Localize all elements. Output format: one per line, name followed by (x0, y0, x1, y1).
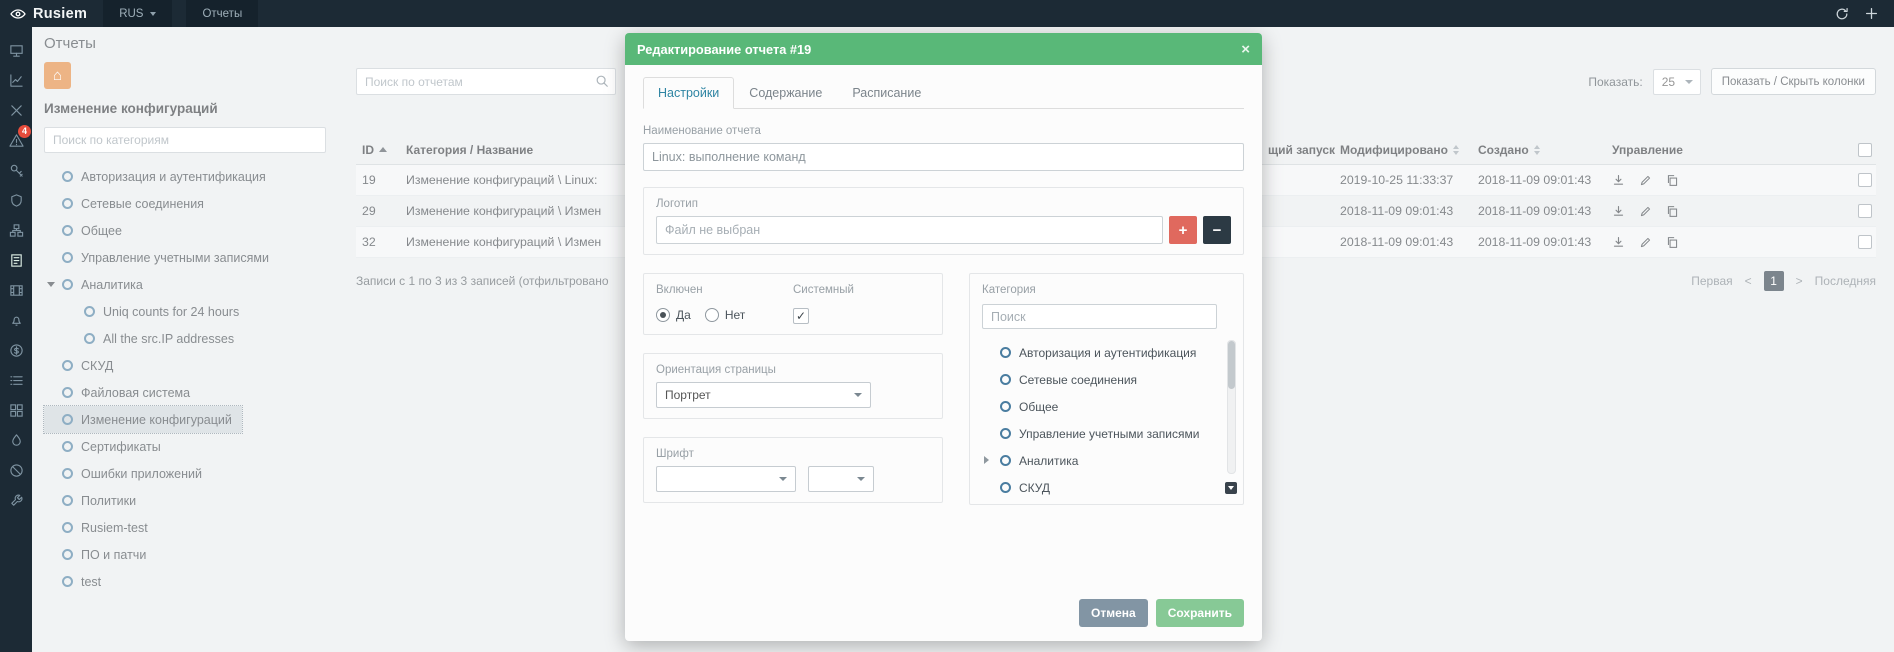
tab-schedule[interactable]: Расписание (837, 77, 936, 109)
modal-body: Настройки Содержание Расписание Наименов… (625, 65, 1262, 641)
modal-tree-item[interactable]: Сетевые соединения (982, 366, 1231, 393)
modal-header: Редактирование отчета #19 × (625, 33, 1262, 65)
modal-tree-item-label: Аналитика (1019, 453, 1079, 468)
refresh-icon[interactable] (1835, 7, 1849, 21)
fire-icon[interactable] (0, 425, 32, 455)
wrench-icon[interactable] (0, 485, 32, 515)
modal-category-search-input[interactable] (982, 304, 1217, 329)
modal-tree-item-label: Общее (1019, 399, 1059, 414)
alert-badge: 4 (18, 125, 31, 138)
tasks-list-icon[interactable] (0, 365, 32, 395)
save-button[interactable]: Сохранить (1155, 599, 1244, 627)
chevron-down-icon (854, 393, 862, 397)
analytics-icon[interactable] (0, 65, 32, 95)
reports-icon[interactable] (0, 245, 32, 275)
category-circle-icon (1000, 428, 1011, 439)
nav-reports-label: Отчеты (202, 7, 243, 20)
system-label: Системный (793, 284, 854, 296)
font-size-select[interactable] (808, 466, 874, 492)
nav-item-reports[interactable]: Отчеты (186, 0, 259, 27)
modules-icon[interactable] (0, 395, 32, 425)
report-name-group: Наименование отчета (643, 125, 1244, 171)
font-section: Шрифт (643, 437, 943, 503)
modal-tree-item-label: Авторизация и аутентификация (1019, 345, 1197, 360)
category-circle-icon (1000, 347, 1011, 358)
alerts-icon[interactable]: 4 (0, 125, 32, 155)
modal-left-column: Включен Да Нет Системный ✓ Ориентация ст… (643, 273, 943, 503)
modal-tree-item[interactable]: Авторизация и аутентификация (982, 339, 1231, 366)
category-circle-icon (1000, 482, 1011, 493)
chevron-down-icon (857, 477, 865, 481)
modal-tabs: Настройки Содержание Расписание (643, 77, 1244, 109)
logo-label: Логотип (656, 198, 698, 210)
dashboard-icon[interactable] (0, 35, 32, 65)
top-navbar: Rusiem RUS Отчеты (0, 0, 1894, 27)
orientation-value: Портрет (665, 388, 711, 402)
logo-add-button[interactable]: + (1169, 216, 1197, 244)
category-circle-icon (1000, 401, 1011, 412)
report-name-label: Наименование отчета (643, 125, 761, 137)
category-label: Категория (982, 284, 1036, 296)
font-label: Шрифт (656, 448, 694, 460)
modal-category-tree: Авторизация и аутентификация Сетевые сое… (982, 339, 1231, 501)
orientation-label: Ориентация страницы (656, 364, 776, 376)
modal-tree-item[interactable]: Общее (982, 393, 1231, 420)
cancel-button[interactable]: Отмена (1079, 599, 1148, 627)
scroll-down-button[interactable] (1225, 482, 1237, 494)
ban-icon[interactable] (0, 455, 32, 485)
chevron-down-icon (150, 11, 157, 16)
scrollbar-track[interactable] (1227, 340, 1236, 474)
modal-category-section: Категория Авторизация и аутентификация С… (969, 273, 1244, 505)
modal-tree-item-label: СКУД (1019, 480, 1051, 495)
close-icon[interactable]: × (1241, 41, 1250, 58)
modal-tree-item-analytics[interactable]: Аналитика (982, 447, 1231, 474)
scrollbar-thumb[interactable] (1228, 341, 1235, 389)
tools-icon[interactable] (0, 95, 32, 125)
billing-icon[interactable] (0, 335, 32, 365)
orientation-section: Ориентация страницы Портрет (643, 353, 943, 419)
tab-content[interactable]: Содержание (734, 77, 837, 109)
enabled-no-radio[interactable] (704, 308, 719, 322)
brand[interactable]: Rusiem (0, 6, 103, 22)
logo-remove-button[interactable]: − (1203, 216, 1231, 244)
rusiem-logo-icon (10, 7, 26, 21)
caret-right-icon[interactable] (984, 456, 989, 464)
modal-tree-item-label: Сетевые соединения (1019, 372, 1138, 387)
navbar-actions (1835, 7, 1894, 21)
report-name-input[interactable] (643, 143, 1244, 171)
language-dropdown[interactable]: RUS (103, 0, 173, 27)
chevron-down-icon (1228, 486, 1234, 490)
modal-footer: Отмена Сохранить (643, 599, 1244, 627)
chevron-down-icon (779, 477, 787, 481)
add-icon[interactable] (1865, 7, 1878, 20)
key-icon[interactable] (0, 155, 32, 185)
font-family-select[interactable] (656, 466, 796, 492)
enabled-yes-radio[interactable] (656, 308, 670, 322)
enabled-yes-label: Да (676, 308, 691, 322)
enabled-section: Включен Да Нет Системный ✓ (643, 273, 943, 335)
media-icon[interactable] (0, 275, 32, 305)
enabled-label: Включен (656, 284, 703, 296)
system-checkbox[interactable]: ✓ (793, 308, 809, 324)
icon-sidebar: 4 (0, 27, 32, 652)
modal-tree-item[interactable]: СКУД (982, 474, 1231, 501)
enabled-no-label: Нет (724, 308, 746, 322)
modal-tree-item-label: Управление учетными записями (1019, 426, 1200, 441)
logo-section: Логотип + − (643, 187, 1244, 255)
language-label: RUS (119, 7, 144, 20)
shield-icon[interactable] (0, 185, 32, 215)
tab-settings[interactable]: Настройки (643, 77, 735, 109)
notifications-icon[interactable] (0, 305, 32, 335)
edit-report-modal: Редактирование отчета #19 × Настройки Со… (625, 33, 1262, 641)
topology-icon[interactable] (0, 215, 32, 245)
logo-file-input[interactable] (656, 216, 1163, 244)
modal-title: Редактирование отчета #19 (637, 41, 812, 57)
category-circle-icon (1000, 455, 1011, 466)
brand-name: Rusiem (33, 5, 88, 22)
category-circle-icon (1000, 374, 1011, 385)
orientation-select[interactable]: Портрет (656, 382, 871, 408)
modal-tree-item[interactable]: Управление учетными записями (982, 420, 1231, 447)
